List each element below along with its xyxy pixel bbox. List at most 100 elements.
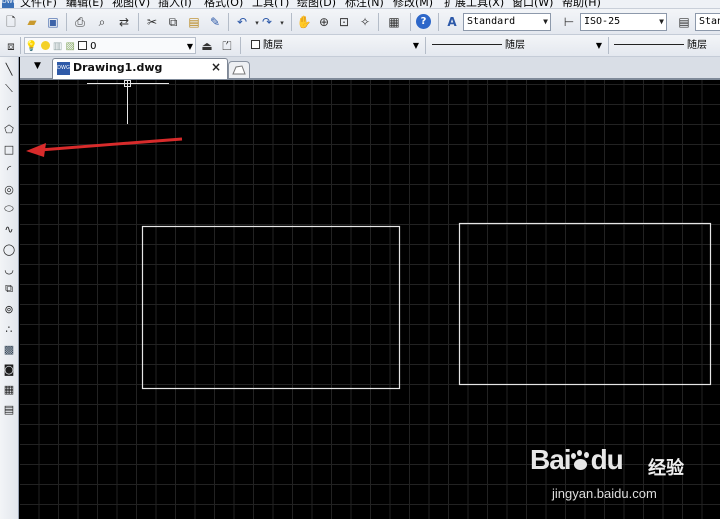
- draw-toolbar: ╲ ⟍ ◜ ⬠ □ ◜ ◎ ⬭ ∿ ◯ ◡ ⧉ ⊚ ∴ ▩ ◙ ▦ ▤: [0, 57, 19, 519]
- jingyan-text: 经验: [648, 458, 684, 479]
- print-icon[interactable]: ⎙: [72, 14, 88, 30]
- point-icon[interactable]: ∴: [1, 321, 17, 337]
- ellipse-icon[interactable]: ⬭: [1, 201, 17, 217]
- insert-block-icon[interactable]: ⧉: [1, 281, 17, 297]
- menu-insert[interactable]: 插入(I): [158, 0, 192, 8]
- layer-name: 0: [90, 41, 97, 52]
- linetype-select[interactable]: 随层 ▼: [432, 37, 604, 54]
- text-style-value: Standard: [467, 16, 516, 27]
- layer-previous-icon[interactable]: ⏍: [219, 38, 235, 54]
- arc-icon[interactable]: ◜: [1, 161, 17, 177]
- ellipse-arc-icon[interactable]: ◡: [1, 261, 17, 277]
- pan-hand-icon[interactable]: ✋: [296, 14, 312, 30]
- lock-icon: ▥: [52, 41, 63, 52]
- zoom-previous-icon[interactable]: ✧: [357, 14, 373, 30]
- menu-draw[interactable]: 绘图(D): [297, 0, 336, 8]
- revision-cloud-icon[interactable]: ◯: [1, 241, 17, 257]
- rectangle-icon[interactable]: □: [1, 141, 17, 157]
- tab-drawing1[interactable]: DWG Drawing1.dwg ×: [52, 58, 228, 79]
- close-icon[interactable]: ×: [211, 60, 221, 74]
- color-swatch: [251, 40, 260, 49]
- polygon-icon[interactable]: ⬠: [1, 121, 17, 137]
- linetype-value: 随层: [505, 40, 525, 51]
- layer-properties-toolbar: ⧈ 💡 ▥ ▧ 0 ▼ ⏏ ⏍ 随层 ▼ 随层 ▼ 随层: [0, 35, 720, 57]
- print-preview-icon[interactable]: ⌕: [94, 14, 110, 30]
- lineweight-sample: [614, 44, 684, 45]
- spline-icon[interactable]: ∿: [1, 221, 17, 237]
- new-drawing-icon: [232, 65, 246, 75]
- dim-style-icon[interactable]: ⊢: [561, 14, 577, 30]
- make-block-icon[interactable]: ⊚: [1, 301, 17, 317]
- table-style-icon[interactable]: ▤: [676, 14, 692, 30]
- tab-list-dropdown-icon[interactable]: ▼: [34, 61, 41, 71]
- color-select[interactable]: 随层 ▼: [251, 37, 421, 54]
- zoom-window-icon[interactable]: ⊡: [336, 14, 352, 30]
- menu-file[interactable]: 文件(F): [20, 0, 57, 8]
- lightbulb-icon: 💡: [25, 41, 38, 52]
- sun-icon: [40, 41, 50, 50]
- color-value: 随层: [263, 40, 283, 51]
- dwg-file-icon: DWG: [57, 62, 70, 75]
- menu-dimension[interactable]: 标注(N): [345, 0, 384, 8]
- table-style-select[interactable]: Stan: [695, 13, 720, 31]
- baidu-logo: Bai du: [530, 444, 624, 475]
- circle-icon[interactable]: ◎: [1, 181, 17, 197]
- zoom-realtime-icon[interactable]: ⊕: [316, 14, 332, 30]
- paste-icon[interactable]: ▤: [186, 14, 202, 30]
- color-swatch: [78, 41, 88, 50]
- chevron-down-icon: ▼: [659, 17, 664, 26]
- help-icon[interactable]: ?: [416, 14, 431, 29]
- dim-style-select[interactable]: ISO-25 ▼: [580, 13, 667, 31]
- text-style-select[interactable]: Standard ▼: [463, 13, 551, 31]
- copy-icon[interactable]: ⧉: [165, 14, 181, 30]
- redo-icon[interactable]: ↷: [259, 14, 275, 30]
- new-tab-button[interactable]: [228, 61, 250, 78]
- mtext-icon[interactable]: ▤: [1, 401, 17, 417]
- menu-format[interactable]: 格式(O): [204, 0, 243, 8]
- undo-icon[interactable]: ↶: [234, 14, 250, 30]
- layer-select[interactable]: 💡 ▥ ▧ 0 ▼: [24, 37, 196, 54]
- app-logo-icon: DWG: [2, 0, 17, 8]
- chevron-down-icon: ▼: [595, 41, 602, 50]
- hatch-icon[interactable]: ▩: [1, 341, 17, 357]
- menu-modify[interactable]: 修改(M): [393, 0, 433, 8]
- chevron-down-icon: ▼: [543, 17, 548, 26]
- menu-view[interactable]: 视图(V): [112, 0, 150, 8]
- construction-line-icon[interactable]: ⟍: [1, 81, 17, 97]
- menu-help[interactable]: 帮助(H): [562, 0, 601, 8]
- standard-toolbar: 🗋 ▰ ▣ ⎙ ⌕ ⇄ ✂ ⧉ ▤ ✎ ↶ ▾ ↷ ▾ ✋ ⊕ ⊡ ✧ ▦ ? …: [0, 9, 720, 35]
- chevron-down-icon: ▼: [412, 41, 419, 50]
- new-file-icon[interactable]: 🗋: [3, 14, 19, 30]
- table-style-value: Stan: [699, 16, 720, 27]
- text-style-icon[interactable]: A: [444, 14, 460, 30]
- match-properties-icon[interactable]: ✎: [207, 14, 223, 30]
- region-icon[interactable]: ◙: [1, 361, 17, 377]
- redo-dropdown-icon[interactable]: ▾: [274, 15, 290, 31]
- paw-icon: [570, 450, 591, 471]
- rectangle-shape-left[interactable]: [141, 225, 401, 390]
- dim-style-value: ISO-25: [584, 16, 621, 27]
- rectangle-shape-right[interactable]: [458, 222, 712, 386]
- layer-manager-icon[interactable]: ⧈: [3, 38, 19, 54]
- lineweight-select[interactable]: 随层: [614, 37, 720, 54]
- watermark-url: jingyan.baidu.com: [552, 486, 657, 501]
- tab-label: Drawing1.dwg: [73, 61, 163, 74]
- publish-icon[interactable]: ⇄: [116, 14, 132, 30]
- table-icon[interactable]: ▦: [1, 381, 17, 397]
- menu-tools[interactable]: 工具(T): [252, 0, 289, 8]
- layer-color-icon: ▧: [65, 41, 75, 52]
- open-folder-icon[interactable]: ▰: [24, 14, 40, 30]
- menu-extend-tools[interactable]: 扩展工具(X): [444, 0, 504, 8]
- save-icon[interactable]: ▣: [45, 14, 61, 30]
- menu-window[interactable]: 窗口(W): [512, 0, 553, 8]
- polyline-icon[interactable]: ◜: [1, 101, 17, 117]
- properties-icon[interactable]: ▦: [386, 14, 402, 30]
- document-tab-strip: ▼ DWG Drawing1.dwg ×: [20, 57, 720, 80]
- linetype-sample: [432, 44, 502, 45]
- baidu-jingyan-watermark: Bai du 经验 jingyan.baidu.com: [530, 444, 716, 514]
- cut-icon[interactable]: ✂: [144, 14, 160, 30]
- line-icon[interactable]: ╲: [1, 61, 17, 77]
- chevron-down-icon: ▼: [186, 42, 193, 51]
- menu-edit[interactable]: 编辑(E): [66, 0, 104, 8]
- make-object-layer-current-icon[interactable]: ⏏: [199, 38, 215, 54]
